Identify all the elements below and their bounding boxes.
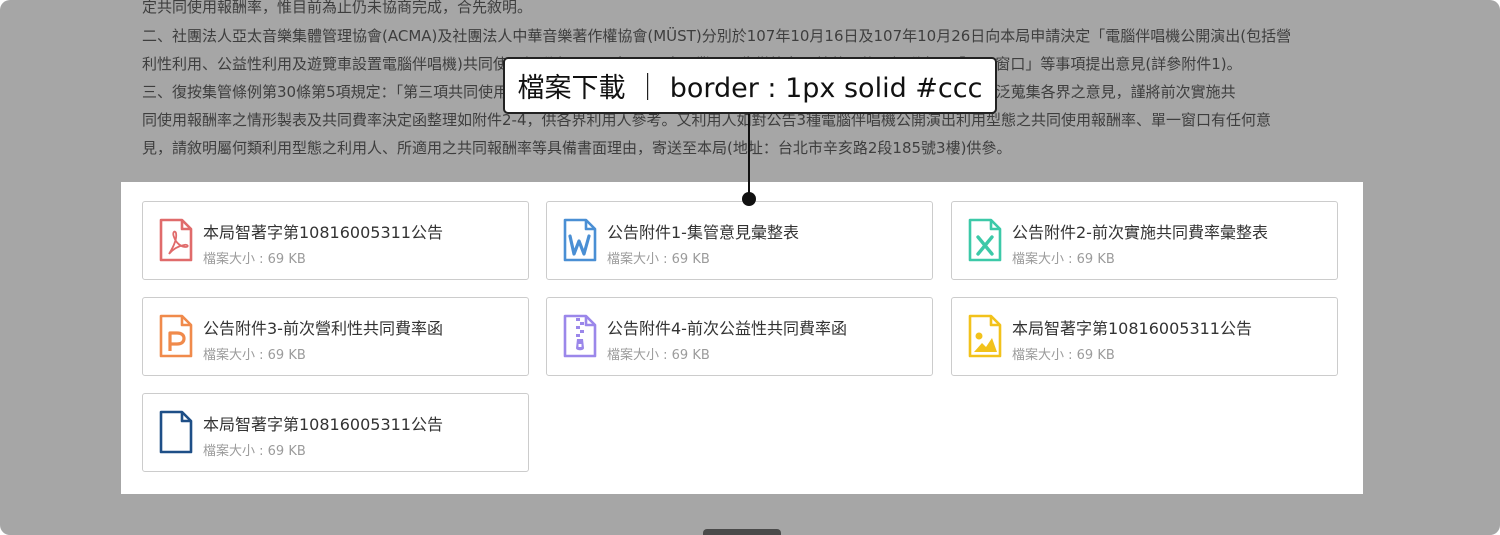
callout-leader-line xyxy=(748,110,750,198)
file-download-panel: 本局智著字第10816005311公告 檔案大小 : 69 KB 公告附件1-集… xyxy=(121,182,1363,494)
file-card[interactable]: 本局智著字第10816005311公告 檔案大小 : 69 KB xyxy=(142,201,529,280)
file-card[interactable]: 公告附件2-前次實施共同費率彙整表 檔案大小 : 69 KB xyxy=(951,201,1338,280)
generic-file-icon xyxy=(159,410,193,454)
file-size: 檔案大小 : 69 KB xyxy=(203,444,306,459)
file-card[interactable]: 公告附件1-集管意見彙整表 檔案大小 : 69 KB xyxy=(546,201,933,280)
file-name[interactable]: 本局智著字第10816005311公告 xyxy=(203,219,443,243)
annotation-callout: 檔案下載 ｜ border : 1px solid #ccc xyxy=(503,57,997,114)
bottom-handle[interactable] xyxy=(703,529,781,535)
callout-anchor-dot xyxy=(742,192,756,206)
announcement-line: 定共同使用報酬率，惟目前為止仍未協商完成，合先敘明。 xyxy=(142,0,533,16)
file-name[interactable]: 公告附件3-前次營利性共同費率函 xyxy=(203,315,443,339)
file-size: 檔案大小 : 69 KB xyxy=(607,348,710,363)
file-size: 檔案大小 : 69 KB xyxy=(1012,348,1115,363)
zip-file-icon xyxy=(563,314,597,358)
file-name[interactable]: 本局智著字第10816005311公告 xyxy=(1012,315,1252,339)
file-size: 檔案大小 : 69 KB xyxy=(203,348,306,363)
file-card[interactable]: 公告附件4-前次公益性共同費率函 檔案大小 : 69 KB xyxy=(546,297,933,376)
pdf-file-icon xyxy=(159,218,193,262)
file-card[interactable]: 本局智著字第10816005311公告 檔案大小 : 69 KB xyxy=(142,393,529,472)
file-size: 檔案大小 : 69 KB xyxy=(1012,252,1115,267)
file-name[interactable]: 公告附件2-前次實施共同費率彙整表 xyxy=(1012,219,1268,243)
file-card[interactable]: 本局智著字第10816005311公告 檔案大小 : 69 KB xyxy=(951,297,1338,376)
announcement-line: 見，請敘明屬何類利用型態之利用人、所適用之共同報酬率等具備書面理由，寄送至本局(… xyxy=(142,139,1012,157)
powerpoint-file-icon xyxy=(159,314,193,358)
image-file-icon xyxy=(968,314,1002,358)
file-name[interactable]: 公告附件4-前次公益性共同費率函 xyxy=(607,315,847,339)
file-size: 檔案大小 : 69 KB xyxy=(203,252,306,267)
screenshot-frame: 定共同使用報酬率，惟目前為止仍未協商完成，合先敘明。 二、社團法人亞太音樂集體管… xyxy=(0,0,1500,535)
word-file-icon xyxy=(563,218,597,262)
file-card[interactable]: 公告附件3-前次營利性共同費率函 檔案大小 : 69 KB xyxy=(142,297,529,376)
excel-file-icon xyxy=(968,218,1002,262)
file-name[interactable]: 公告附件1-集管意見彙整表 xyxy=(607,219,799,243)
file-name[interactable]: 本局智著字第10816005311公告 xyxy=(203,411,443,435)
file-size: 檔案大小 : 69 KB xyxy=(607,252,710,267)
announcement-line: 二、社團法人亞太音樂集體管理協會(ACMA)及社團法人中華音樂著作權協會(MÜS… xyxy=(142,27,1292,45)
